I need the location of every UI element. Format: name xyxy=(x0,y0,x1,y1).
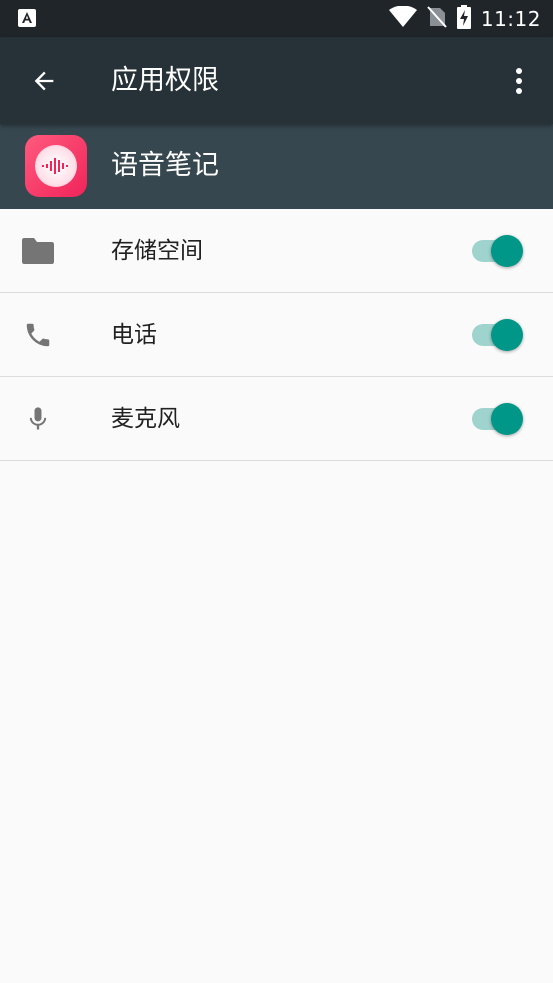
permission-list: 存储空间 电话 麦克风 xyxy=(0,209,553,461)
text-a-icon xyxy=(18,9,36,27)
switch-thumb xyxy=(491,319,523,351)
permission-row-microphone[interactable]: 麦克风 xyxy=(0,377,553,461)
permission-label: 存储空间 xyxy=(111,238,203,264)
app-icon xyxy=(25,135,87,197)
back-button[interactable] xyxy=(22,59,66,103)
voice-wave-icon xyxy=(35,145,77,187)
arrow-left-icon xyxy=(34,71,54,91)
page-title: 应用权限 xyxy=(111,65,219,96)
battery-charging-icon xyxy=(456,4,471,33)
switch-thumb xyxy=(491,235,523,267)
permission-label: 麦克风 xyxy=(111,406,180,432)
phone-icon xyxy=(20,317,56,353)
phone-toggle[interactable] xyxy=(470,317,526,353)
permission-row-storage[interactable]: 存储空间 xyxy=(0,209,553,293)
status-bar: 11:12 xyxy=(0,0,553,37)
switch-thumb xyxy=(491,403,523,435)
app-header: 语音笔记 xyxy=(0,124,553,209)
wifi-icon xyxy=(388,5,417,32)
permission-row-phone[interactable]: 电话 xyxy=(0,293,553,377)
microphone-icon xyxy=(20,401,56,437)
folder-icon xyxy=(20,233,56,269)
more-options-button[interactable] xyxy=(501,59,537,103)
status-time: 11:12 xyxy=(480,6,541,31)
permission-label: 电话 xyxy=(111,322,157,348)
more-vert-icon xyxy=(516,68,522,94)
app-bar: 应用权限 xyxy=(0,37,553,124)
microphone-toggle[interactable] xyxy=(470,401,526,437)
app-name: 语音笔记 xyxy=(111,150,219,181)
storage-toggle[interactable] xyxy=(470,233,526,269)
no-sim-icon xyxy=(427,5,447,32)
